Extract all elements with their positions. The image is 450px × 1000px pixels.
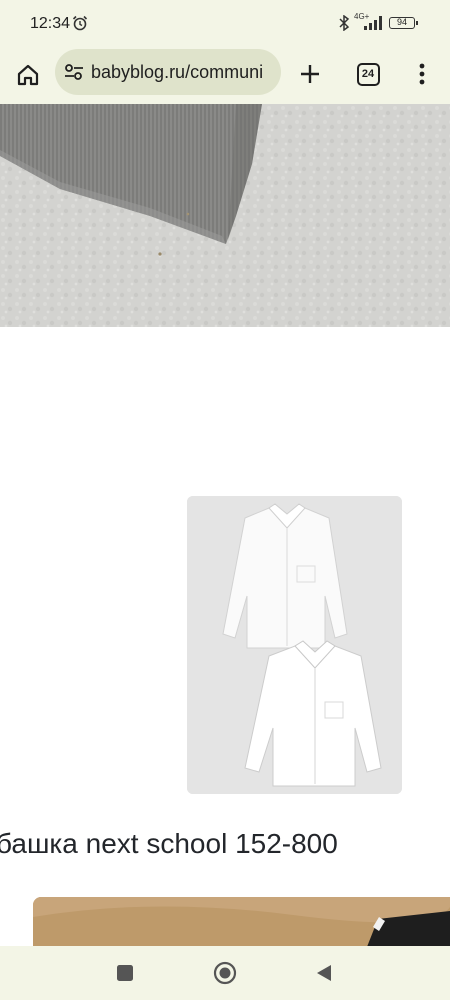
more-menu-button[interactable] [404, 51, 440, 97]
status-time: 12:34 [30, 15, 71, 32]
recents-icon [117, 965, 133, 981]
product-title[interactable]: башка next school 152-800 [0, 828, 338, 860]
new-tab-button[interactable] [292, 51, 328, 97]
battery-icon: 94 [389, 17, 418, 29]
back-button[interactable] [311, 960, 337, 986]
home-icon [17, 64, 39, 86]
status-bar: 12:34 4G+ 94 [0, 0, 450, 46]
battery-level: 94 [396, 17, 407, 27]
product-image-shirts[interactable] [187, 496, 402, 794]
site-settings-icon[interactable] [64, 63, 84, 81]
recents-button[interactable] [112, 960, 138, 986]
home-nav-button[interactable] [212, 960, 238, 986]
photo-sweater-sleeve[interactable] [0, 104, 450, 327]
bluetooth-icon [339, 15, 350, 31]
tab-switcher-button[interactable]: 24 [348, 51, 388, 97]
signal-icon [364, 16, 382, 30]
browser-toolbar: babyblog.ru/communi 24 [0, 46, 450, 104]
url-text: babyblog.ru/communi [91, 62, 264, 82]
home-button[interactable] [8, 53, 48, 97]
url-bar[interactable]: babyblog.ru/communi [55, 49, 281, 95]
system-nav-bar [0, 946, 450, 1000]
alarm-icon [72, 15, 88, 31]
tabs-icon: 24 [356, 62, 380, 86]
back-icon [317, 965, 331, 981]
new-tab-icon [301, 65, 319, 83]
home-circle-icon [213, 961, 237, 985]
more-menu-icon [419, 63, 425, 85]
